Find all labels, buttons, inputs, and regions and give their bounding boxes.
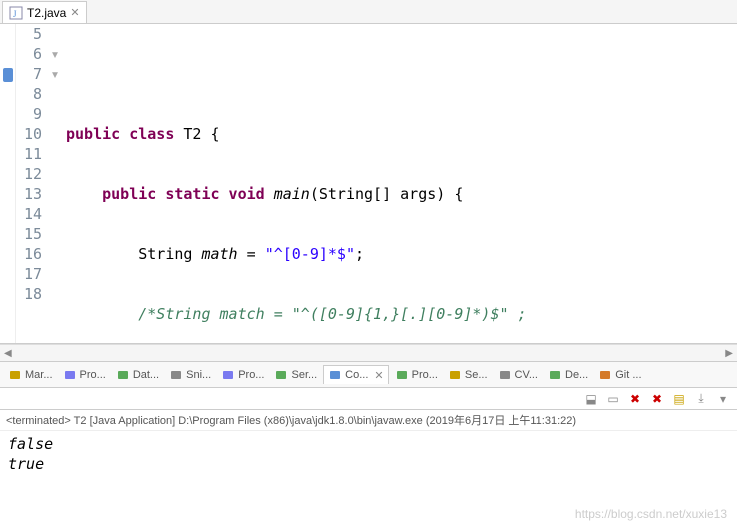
view-tab[interactable]: Se... bbox=[444, 366, 492, 384]
view-icon bbox=[448, 368, 462, 382]
view-label: De... bbox=[565, 369, 588, 381]
view-icon bbox=[274, 368, 288, 382]
console-output[interactable]: false true bbox=[0, 431, 737, 479]
view-icon bbox=[169, 368, 183, 382]
open-console-icon[interactable]: ▾ bbox=[715, 391, 731, 407]
view-label: Mar... bbox=[25, 369, 53, 381]
horizontal-scrollbar[interactable]: ◀ ▶ bbox=[0, 344, 737, 362]
fold-column: ▾▾ bbox=[48, 24, 62, 343]
editor-tab[interactable]: J T2.java ✕ bbox=[2, 1, 87, 23]
scroll-lock-icon[interactable]: ⤓ bbox=[693, 391, 709, 407]
view-icon bbox=[328, 368, 342, 382]
close-icon[interactable]: ✕ bbox=[374, 369, 383, 382]
view-icon bbox=[395, 368, 409, 382]
view-tab[interactable]: Pro... bbox=[391, 366, 442, 384]
view-tab[interactable]: De... bbox=[544, 366, 592, 384]
pin-icon[interactable]: ⬓ bbox=[583, 391, 599, 407]
view-tab[interactable]: Git ... bbox=[594, 366, 645, 384]
editor-tabbar: J T2.java ✕ bbox=[0, 0, 737, 24]
console-line: true bbox=[8, 455, 729, 475]
watermark: https://blog.csdn.net/xuxie13 bbox=[575, 507, 727, 521]
view-icon bbox=[116, 368, 130, 382]
line-numbers: 567 8910 111213 141516 1718 bbox=[16, 24, 48, 343]
view-label: Dat... bbox=[133, 369, 159, 381]
view-label: Pro... bbox=[80, 369, 106, 381]
view-label: Pro... bbox=[412, 369, 438, 381]
view-icon bbox=[63, 368, 77, 382]
view-label: Pro... bbox=[238, 369, 264, 381]
code-editor[interactable]: 567 8910 111213 141516 1718 ▾▾ public cl… bbox=[0, 24, 737, 344]
remove-all-icon[interactable]: ✖ bbox=[627, 391, 643, 407]
tab-filename: T2.java bbox=[27, 6, 66, 20]
view-label: CV... bbox=[515, 369, 538, 381]
view-icon bbox=[548, 368, 562, 382]
view-tab[interactable]: Dat... bbox=[112, 366, 163, 384]
view-tab[interactable]: Sni... bbox=[165, 366, 215, 384]
view-icon bbox=[221, 368, 235, 382]
view-label: Ser... bbox=[291, 369, 317, 381]
console-line: false bbox=[8, 435, 729, 455]
views-tabbar: Mar... Pro... Dat... Sni... Pro... Ser... Co..… bbox=[0, 362, 737, 388]
view-label: Co... bbox=[345, 369, 368, 381]
view-label: Sni... bbox=[186, 369, 211, 381]
display-icon[interactable]: ▭ bbox=[605, 391, 621, 407]
console-toolbar: ⬓ ▭ ✖ ✖ ▤ ⤓ ▾ bbox=[0, 388, 737, 410]
clear-icon[interactable]: ▤ bbox=[671, 391, 687, 407]
java-file-icon: J bbox=[9, 6, 23, 20]
scroll-left-icon[interactable]: ◀ bbox=[4, 348, 12, 359]
view-tab[interactable]: Pro... bbox=[217, 366, 268, 384]
terminated-label: <terminated> T2 [Java Application] D:\Pr… bbox=[0, 410, 737, 431]
svg-text:J: J bbox=[13, 9, 17, 19]
view-tab[interactable]: Co... ✕ bbox=[323, 365, 388, 384]
view-tab[interactable]: Pro... bbox=[59, 366, 110, 384]
view-tab[interactable]: CV... bbox=[494, 366, 542, 384]
view-icon bbox=[598, 368, 612, 382]
code-area[interactable]: public class T2 { public static void mai… bbox=[62, 24, 737, 343]
view-label: Se... bbox=[465, 369, 488, 381]
view-label: Git ... bbox=[615, 369, 641, 381]
close-icon[interactable]: ✕ bbox=[70, 6, 79, 19]
scroll-right-icon[interactable]: ▶ bbox=[725, 348, 733, 359]
marker-override-icon bbox=[3, 68, 13, 82]
marker-bar bbox=[0, 24, 16, 343]
remove-icon[interactable]: ✖ bbox=[649, 391, 665, 407]
view-icon bbox=[8, 368, 22, 382]
view-tab[interactable]: Mar... bbox=[4, 366, 57, 384]
view-icon bbox=[498, 368, 512, 382]
view-tab[interactable]: Ser... bbox=[270, 366, 321, 384]
